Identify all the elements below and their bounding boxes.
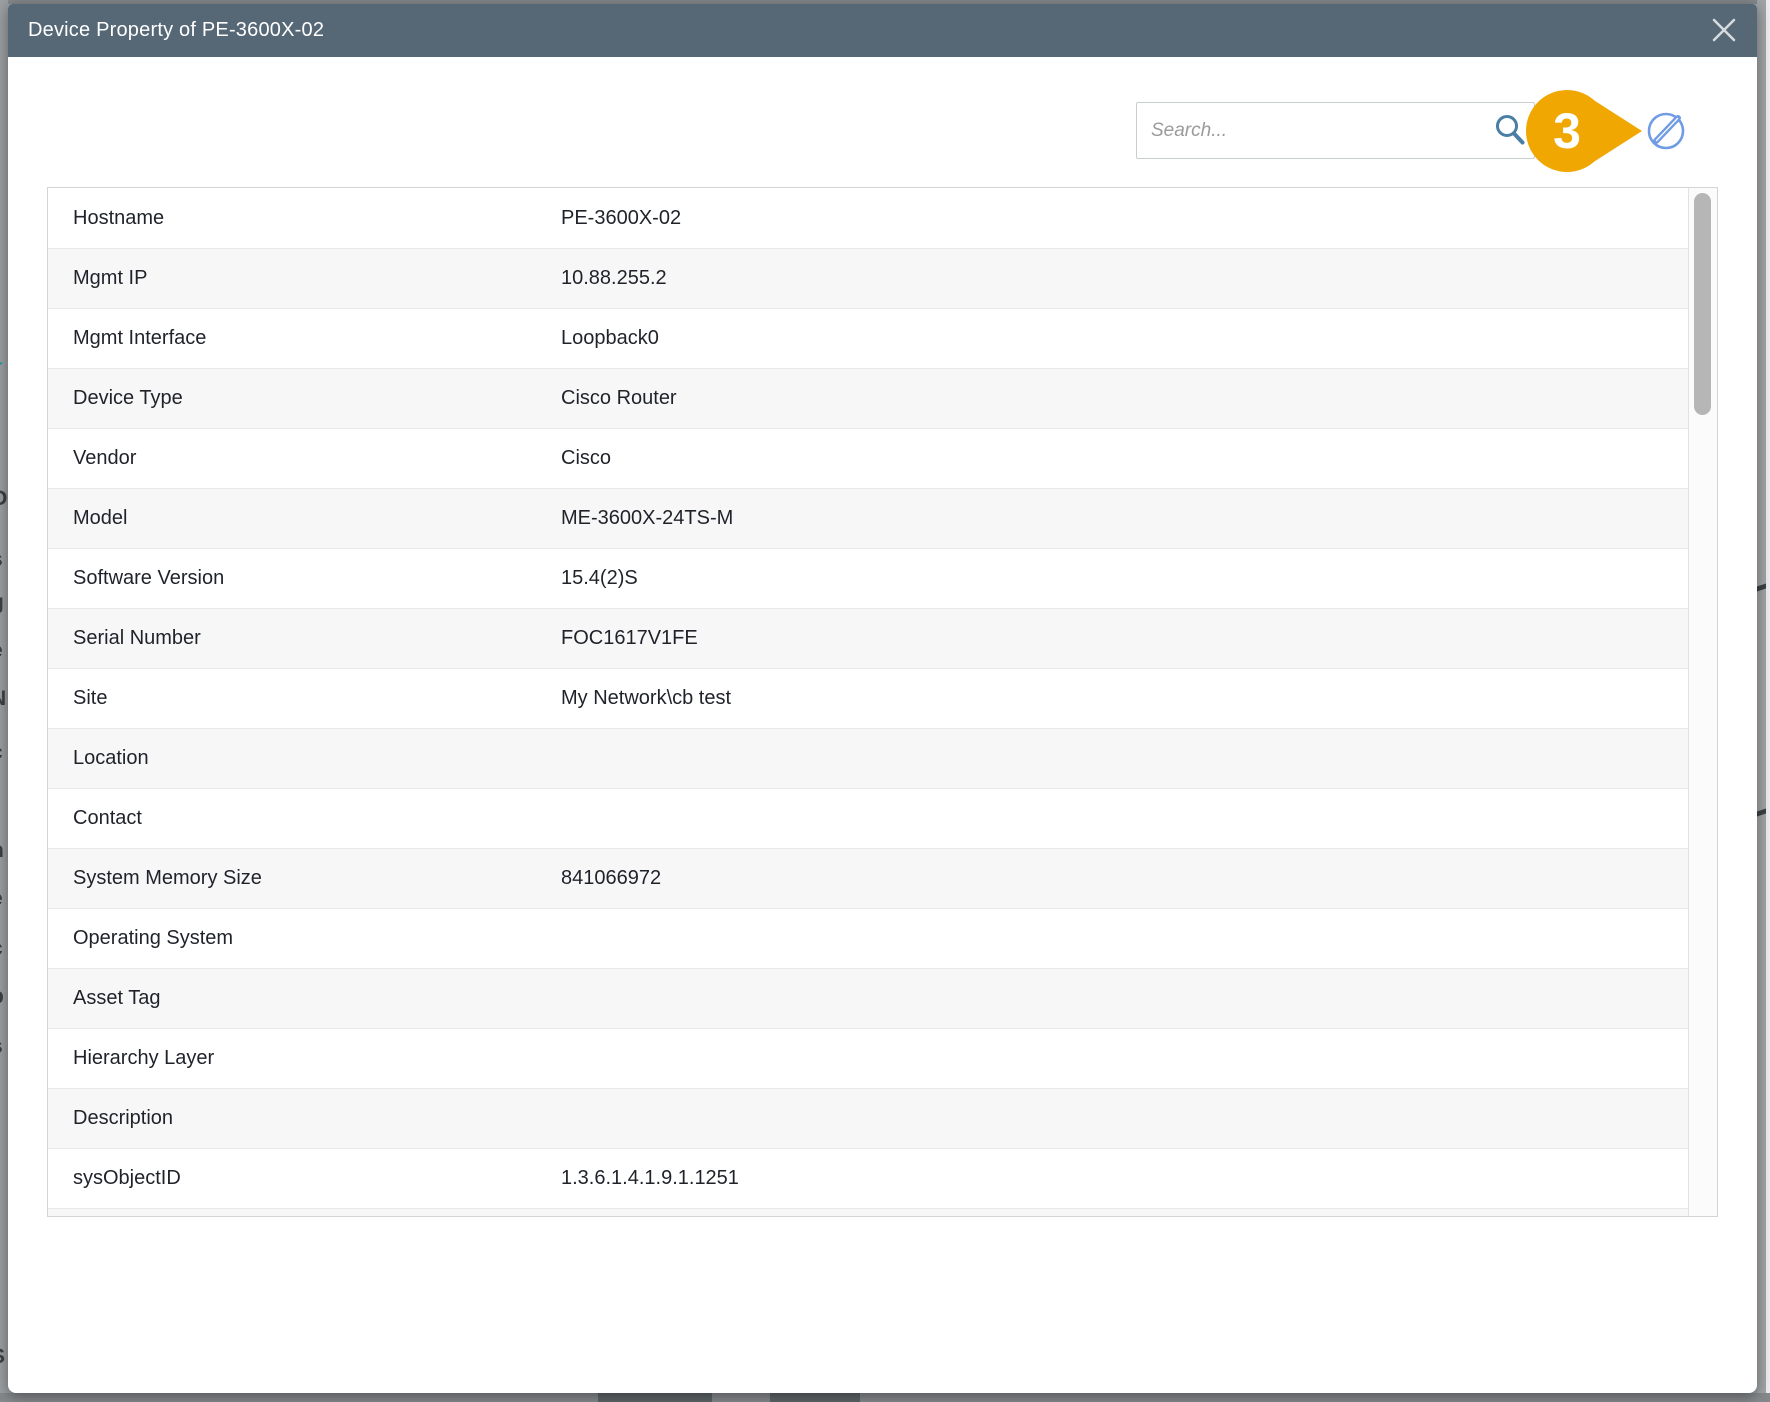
table-row-partial [48,1208,1688,1217]
property-label: Mgmt IP [48,267,561,290]
background-fragment: p [0,986,4,1007]
table-row-sysobjectid: sysObjectID 1.3.6.1.4.1.9.1.1251 [48,1148,1688,1208]
device-property-dialog: Device Property of PE-3600X-02 3 Hostnam… [8,4,1757,1393]
annotation-badge-number: 3 [1553,103,1581,159]
background-fragment: s [0,1036,3,1057]
property-label: Asset Tag [48,987,561,1010]
property-label: Operating System [48,927,561,950]
table-row-device-type: Device Type Cisco Router [48,368,1688,428]
table-scrollbar-thumb[interactable] [1694,193,1711,415]
table-row-model: Model ME-3600X-24TS-M [48,488,1688,548]
table-row-serial-number: Serial Number FOC1617V1FE [48,608,1688,668]
property-label: Model [48,507,561,530]
table-row-software-version: Software Version 15.4(2)S [48,548,1688,608]
close-button[interactable] [1707,13,1741,47]
property-label: Description [48,1107,561,1130]
dialog-title: Device Property of PE-3600X-02 [28,19,324,42]
annotation-arrow [1592,99,1642,163]
property-label: Device Type [48,387,561,410]
background-fragment: S [0,1346,5,1367]
background-fragment: O [0,488,7,509]
property-value: Cisco Router [561,387,1688,410]
background-fragment: N [0,688,6,709]
property-value: Cisco [561,447,1688,470]
table-row-hostname: Hostname PE-3600X-02 [48,188,1688,248]
search-icon[interactable] [1493,113,1527,147]
table-row-hierarchy-layer: Hierarchy Layer [48,1028,1688,1088]
close-icon [1711,17,1737,43]
properties-table: Hostname PE-3600X-02 Mgmt IP 10.88.255.2… [47,187,1718,1217]
left-edge-strip: ▪)i–OsgeNcfnecpsS [0,0,8,1402]
property-label: System Memory Size [48,867,561,890]
property-label: Serial Number [48,627,561,650]
annotation-badge: 3 [1522,87,1646,175]
properties-rows: Hostname PE-3600X-02 Mgmt IP 10.88.255.2… [48,188,1688,1217]
property-value: 1.3.6.1.4.1.9.1.1251 [561,1167,1688,1190]
property-label: Contact [48,807,561,830]
property-value: ME-3600X-24TS-M [561,507,1688,530]
background-page-right-edge [1757,0,1770,1402]
background-fragment: – [0,352,3,373]
property-value: 10.88.255.2 [561,267,1688,290]
table-row-mgmt-ip: Mgmt IP 10.88.255.2 [48,248,1688,308]
background-fragment: n [0,840,4,861]
table-scrollbar-track[interactable] [1688,188,1717,1216]
background-fragment [770,1393,860,1402]
table-row-asset-tag: Asset Tag [48,968,1688,1028]
property-label: sysObjectID [48,1167,561,1190]
property-label: Mgmt Interface [48,327,561,350]
property-label: Hostname [48,207,561,230]
property-value: 15.4(2)S [561,567,1688,590]
property-value: My Network\cb test [561,687,1688,710]
background-fragment: g [0,592,4,613]
property-value: 841066972 [561,867,1688,890]
property-label: Vendor [48,447,561,470]
property-label: Site [48,687,561,710]
property-value: PE-3600X-02 [561,207,1688,230]
background-fragment: s [0,549,3,570]
background-fragment: c [0,742,3,763]
property-label: Software Version [48,567,561,590]
table-row-operating-system: Operating System [48,908,1688,968]
background-scroll-area [1757,0,1766,1402]
table-row-location: Location [48,728,1688,788]
property-value: FOC1617V1FE [561,627,1688,650]
property-label: Hierarchy Layer [48,1047,561,1070]
edit-pencil-icon [1644,108,1688,152]
background-fragment: e [0,888,3,909]
search-input[interactable] [1136,102,1535,159]
property-label: Location [48,747,561,770]
table-row-system-memory-size: System Memory Size 841066972 [48,848,1688,908]
background-page-bottom-edge [0,1393,1770,1402]
table-row-site: Site My Network\cb test [48,668,1688,728]
background-fragment: c [0,938,3,959]
table-row-mgmt-interface: Mgmt Interface Loopback0 [48,308,1688,368]
table-row-contact: Contact [48,788,1688,848]
table-row-description: Description [48,1088,1688,1148]
background-fragment [598,1393,712,1402]
background-fragment: e [0,640,3,661]
table-row-vendor: Vendor Cisco [48,428,1688,488]
dialog-header: Device Property of PE-3600X-02 [8,4,1757,57]
edit-button[interactable] [1644,108,1688,152]
property-value: Loopback0 [561,327,1688,350]
